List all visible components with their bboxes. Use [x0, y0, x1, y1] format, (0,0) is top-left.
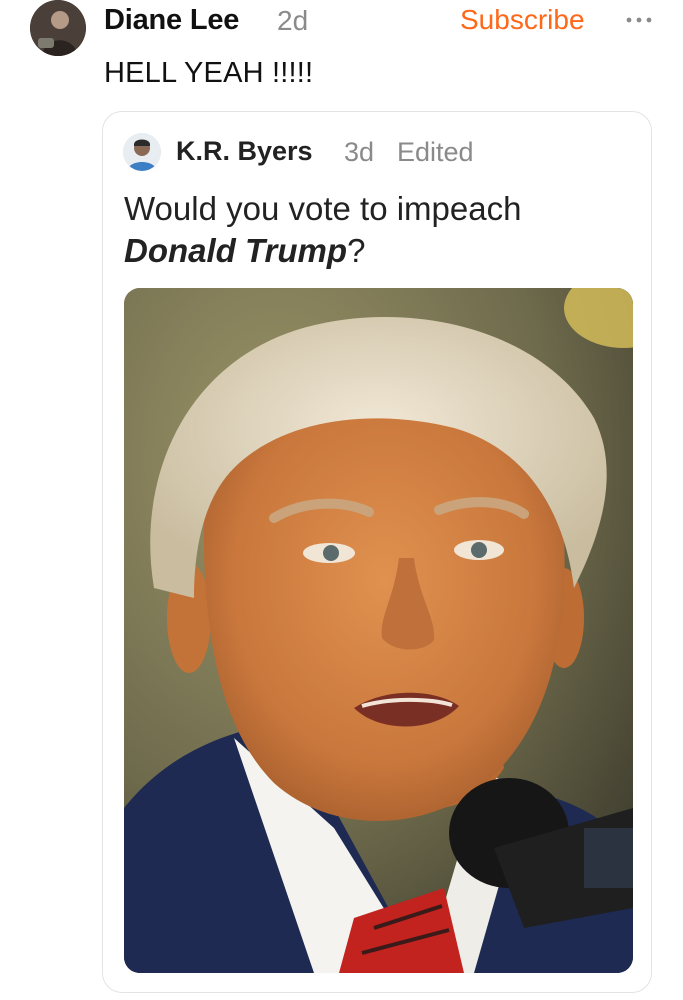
- quoted-note-text: Would you vote to impeach Donald Trump?: [124, 188, 634, 272]
- author-avatar[interactable]: [30, 0, 86, 56]
- note-card: Diane Lee 2d Subscribe HELL YEAH !!!!! K…: [0, 0, 683, 1000]
- quoted-author-avatar[interactable]: [123, 133, 161, 171]
- quoted-timestamp: 3d: [344, 137, 375, 167]
- subscribe-button[interactable]: Subscribe: [460, 4, 585, 36]
- quoted-note-image[interactable]: [124, 288, 633, 973]
- quoted-text-emphasis: Donald Trump: [124, 232, 348, 269]
- author-name[interactable]: Diane Lee: [104, 4, 239, 37]
- quoted-note-card[interactable]: K.R. Byers 3d Edited Would you vote to i…: [102, 111, 652, 993]
- quoted-author-name[interactable]: K.R. Byers: [176, 136, 313, 167]
- note-text: HELL YEAH !!!!!: [104, 57, 314, 89]
- post-timestamp: 2d: [277, 5, 309, 36]
- quoted-text-main: Would you vote to impeach: [124, 190, 522, 227]
- quoted-text-end: ?: [347, 232, 366, 269]
- edited-label: Edited: [397, 137, 474, 167]
- ellipsis-icon[interactable]: [622, 10, 656, 30]
